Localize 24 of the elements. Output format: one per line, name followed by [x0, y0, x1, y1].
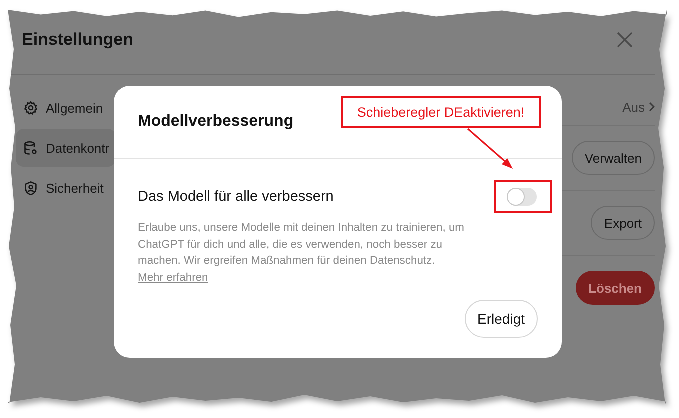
annotation-callout: Schieberegler DEaktivieren! — [341, 96, 541, 128]
gear-icon — [24, 101, 38, 115]
shield-icon — [24, 180, 38, 196]
database-gear-icon — [24, 140, 38, 156]
sidebar-item[interactable]: Allgemein — [16, 89, 116, 127]
setting-value: Aus — [622, 100, 645, 114]
close-icon[interactable] — [617, 32, 633, 48]
highlight-frame — [494, 180, 552, 213]
done-button[interactable]: Erledigt — [464, 300, 538, 338]
modal-title: Modellverbesserung — [138, 113, 294, 131]
description-text: Erlaube uns, unsere Modelle mit deinen Inhalten zu trainieren, um ChatGPT für dich und alle, die es verwenden, noch besser zu machen. Wir ergreifen Maßnahmen für deinen Datenschutz. Mehr erfahren — [138, 221, 466, 286]
dialog-title: Einstellungen — [22, 30, 134, 50]
sidebar-item[interactable]: Sicherheit — [16, 169, 116, 207]
delete-button[interactable]: Löschen — [576, 271, 655, 305]
learn-more-link[interactable]: Mehr erfahren — [138, 272, 208, 284]
action-button[interactable]: Export — [591, 206, 655, 240]
sidebar-label: Sicherheit — [46, 180, 104, 196]
setting-label: Das Modell für alle verbessern — [138, 189, 334, 205]
sidebar-label: Allgemein — [46, 100, 104, 116]
action-button[interactable]: Verwalten — [572, 141, 655, 175]
sidebar-label: Datenkontr — [46, 140, 110, 156]
chevron-right-icon[interactable] — [649, 102, 655, 112]
toggle-switch[interactable] — [507, 188, 537, 206]
sidebar-item[interactable]: Datenkontr — [16, 129, 116, 167]
